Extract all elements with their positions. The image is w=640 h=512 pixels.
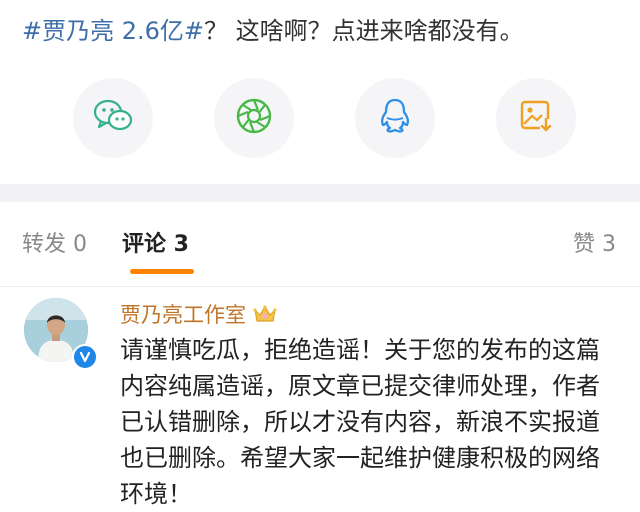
share-wechat-button[interactable] [73, 78, 153, 158]
tab-reposts[interactable]: 转发 0 [22, 230, 87, 260]
comment-line: 也已删除。希望大家一起维护健康积极的网络 [120, 444, 600, 472]
comment-line: 请谨慎吃瓜，拒绝造谣！关于您的发布的这篇 [120, 336, 600, 364]
section-divider [0, 184, 640, 202]
qq-icon [378, 97, 412, 139]
post-body: ？ 这啥啊？点进来啥都没有。 [204, 17, 524, 45]
vip-crown-icon [252, 302, 278, 326]
share-row [0, 78, 640, 158]
interaction-tabs: 转发 0 评论 3 赞 3 [0, 202, 640, 287]
moments-icon [235, 97, 273, 139]
comment-text: 请谨慎吃瓜，拒绝造谣！关于您的发布的这篇 内容纯属造谣，原文章已提交律师处理，作… [120, 332, 636, 512]
comment-author-name[interactable]: 贾乃亮工作室 [120, 299, 246, 329]
save-image-icon [518, 98, 554, 138]
verified-badge-icon [72, 344, 98, 370]
comment-line: 环境！ [120, 480, 192, 508]
active-tab-indicator [130, 269, 194, 274]
wechat-icon [93, 98, 133, 138]
hashtag-link[interactable]: #贾乃亮 2.6亿# [22, 17, 204, 45]
tab-comments[interactable]: 评论 3 [122, 230, 189, 260]
comment-line: 内容纯属造谣，原文章已提交律师处理，作者 [120, 372, 600, 400]
share-save-image-button[interactable] [496, 78, 576, 158]
share-moments-button[interactable] [214, 78, 294, 158]
comment-line: 已认错删除，所以才没有内容，新浪不实报道 [120, 408, 600, 436]
share-qq-button[interactable] [355, 78, 435, 158]
tab-likes[interactable]: 赞 3 [573, 230, 616, 260]
post-text: #贾乃亮 2.6亿#？ 这啥啊？点进来啥都没有。 [22, 14, 524, 48]
comment-author-row: 贾乃亮工作室 [120, 300, 278, 328]
